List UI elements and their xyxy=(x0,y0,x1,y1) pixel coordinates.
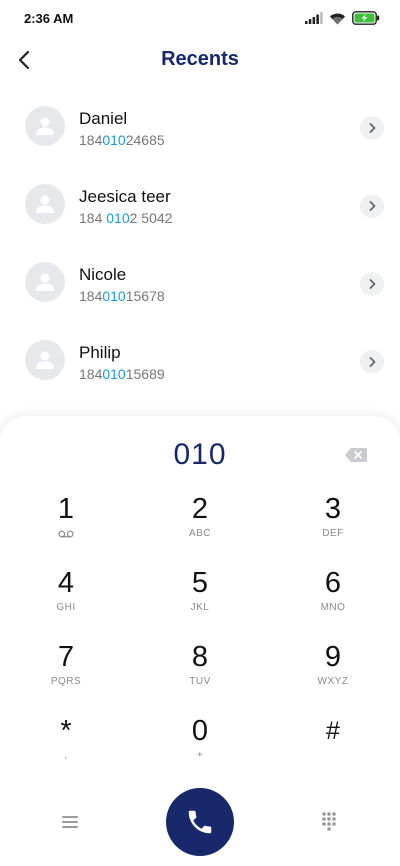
person-icon xyxy=(36,117,54,135)
contact-name: Nicole xyxy=(79,265,127,284)
header: Recents xyxy=(0,36,400,84)
contact-number: 18401015678 xyxy=(79,288,165,304)
dial-input-display[interactable]: 010 xyxy=(0,438,400,472)
key-star[interactable]: * , xyxy=(21,714,111,778)
avatar xyxy=(25,340,65,380)
contact-detail-button[interactable] xyxy=(360,116,384,140)
contact-number: 18401024685 xyxy=(79,132,165,148)
dialpad-icon xyxy=(322,812,336,831)
avatar xyxy=(25,106,65,146)
key-6[interactable]: 6 MNO xyxy=(288,566,378,630)
contact-number: 18401015689 xyxy=(79,366,165,382)
contact-number: 184 0102 5042 xyxy=(79,210,173,226)
recent-item[interactable]: Jeesica teer 184 0102 5042 xyxy=(0,164,400,242)
voicemail-icon xyxy=(58,530,74,538)
signal-icon xyxy=(305,12,323,24)
key-7[interactable]: 7 PQRS xyxy=(21,640,111,704)
key-3[interactable]: 3 DEF xyxy=(288,492,378,556)
recent-item[interactable]: Daniel 18401024685 xyxy=(0,86,400,164)
chevron-right-icon xyxy=(369,279,376,289)
bottom-bar xyxy=(0,788,400,858)
backspace-button[interactable] xyxy=(344,446,368,464)
status-bar: 2:36 AM xyxy=(0,0,400,36)
person-icon xyxy=(36,195,54,213)
chevron-right-icon xyxy=(369,123,376,133)
key-hash[interactable]: # xyxy=(288,714,378,778)
phone-icon xyxy=(188,810,212,834)
status-time: 2:36 AM xyxy=(24,11,74,26)
chevron-right-icon xyxy=(369,201,376,211)
recent-item[interactable]: Nicole 18401015678 xyxy=(0,242,400,320)
contact-name: Philip xyxy=(79,343,121,362)
avatar xyxy=(25,184,65,224)
key-5[interactable]: 5 JKL xyxy=(155,566,245,630)
battery-charging-icon xyxy=(352,11,380,25)
status-icons xyxy=(305,10,380,26)
person-icon xyxy=(36,273,54,291)
contact-detail-button[interactable] xyxy=(360,350,384,374)
recent-item[interactable]: Philip 18401015689 xyxy=(0,320,400,398)
person-icon xyxy=(36,351,54,369)
key-4[interactable]: 4 GHI xyxy=(21,566,111,630)
contact-detail-button[interactable] xyxy=(360,272,384,296)
keypad-toggle-button[interactable] xyxy=(318,810,340,832)
key-2[interactable]: 2 ABC xyxy=(155,492,245,556)
contact-name: Daniel xyxy=(79,109,128,128)
menu-icon xyxy=(62,816,78,828)
key-9[interactable]: 9 WXYZ xyxy=(288,640,378,704)
key-8[interactable]: 8 TUV xyxy=(155,640,245,704)
key-0[interactable]: 0 + xyxy=(155,714,245,778)
recents-list: Daniel 18401024685 Jeesica teer 184 0102… xyxy=(0,86,400,398)
backspace-icon xyxy=(345,448,367,462)
contact-name: Jeesica teer xyxy=(79,187,171,206)
page-title: Recents xyxy=(161,48,239,70)
contact-detail-button[interactable] xyxy=(360,194,384,218)
call-button[interactable] xyxy=(166,788,234,856)
chevron-right-icon xyxy=(369,357,376,367)
menu-button[interactable] xyxy=(59,812,81,832)
wifi-icon xyxy=(330,13,345,24)
key-1[interactable]: 1 xyxy=(21,492,111,556)
avatar xyxy=(25,262,65,302)
